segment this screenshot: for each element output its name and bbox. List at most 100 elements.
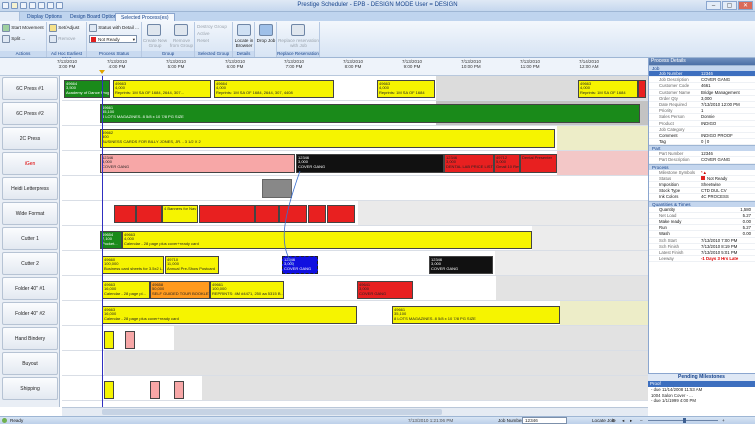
group-details: Locate in Browser Details	[233, 22, 255, 57]
start-movement-label: Start Movement	[11, 25, 44, 31]
job-number-input[interactable]: 12346	[522, 417, 567, 424]
resource-igen[interactable]: iGen	[2, 152, 58, 175]
scrollbar-thumb[interactable]	[102, 409, 442, 415]
resource-folder-1[interactable]: Folder 40" #1	[2, 277, 58, 300]
split-icon	[2, 35, 10, 43]
zoom-in-icon[interactable]: +	[722, 417, 725, 424]
job-number-label: Job Number	[498, 418, 524, 423]
status-dropdown[interactable]: Not Ready ▾	[89, 35, 137, 43]
pending-milestones-panel: Pending Milestones Proof - due 11/14/200…	[648, 373, 755, 418]
split-button[interactable]: Split ...	[2, 35, 25, 43]
zoom-slider-thumb[interactable]	[683, 418, 686, 423]
timeline-tick: 7/13/2010 11:00 PM	[519, 59, 541, 69]
ribbon: Start Movement Split ... Actions Set/Adj…	[0, 21, 755, 61]
remove-from-group-button[interactable]: Remove from Group	[168, 38, 195, 48]
group-label: Process Status	[87, 51, 141, 57]
drop-job-icon	[259, 24, 273, 36]
resource-6c-press-2[interactable]: 6C Press #2	[2, 102, 58, 125]
group-label: Selected Group	[195, 51, 232, 57]
group-selected-group: Destroy Group Active Reset Selected Grou…	[195, 22, 233, 57]
status-bar: Ready 7/13/2010 1:21:06 PM Job Number 12…	[0, 416, 755, 424]
status-detail-button[interactable]: Status with Detail ...	[89, 24, 139, 32]
nav-first-icon[interactable]: ◂	[622, 417, 624, 424]
panel-title: Process Details	[649, 58, 755, 65]
resource-list: 6C Press #1 6C Press #2 2C Press iGen He…	[0, 76, 60, 407]
timeline-tick: 7/13/2010 6:00 PM	[224, 59, 246, 69]
chevron-down-icon: ▾	[132, 37, 135, 42]
timeline-tick: 7/13/2010 4:00 PM	[106, 59, 128, 69]
locate-in-browser-button[interactable]: Locate in Browser	[233, 38, 255, 48]
timeline-tick: 7/13/2010 7:00 PM	[283, 59, 305, 69]
remove-earliest-label: Remove	[58, 36, 76, 42]
remove-icon	[49, 35, 57, 43]
group-group: Create New Group Remove from Group Group	[142, 22, 195, 57]
zoom-out-icon[interactable]: –	[640, 417, 643, 424]
clock-icon	[49, 24, 57, 32]
replace-reservation-button[interactable]: Replace reservation with Job	[277, 38, 320, 48]
replace-icon	[291, 24, 305, 36]
group-process-status: Status with Detail ... Not Ready ▾ Proce…	[87, 22, 142, 57]
active-button[interactable]: Active	[197, 31, 210, 36]
group-drop-job: Drop Job	[255, 22, 277, 57]
resource-heidi-letterpress[interactable]: Heidi Letterpress	[2, 177, 58, 200]
start-movement-button[interactable]: Start Movement	[2, 24, 44, 32]
move-icon	[2, 24, 10, 32]
close-button[interactable]: ✕	[738, 1, 753, 10]
gantt-horizontal-scrollbar[interactable]	[62, 407, 648, 416]
window-title: Prestige Scheduler - EPB - DESIGN MODE U…	[297, 2, 458, 8]
timeline-tick: 7/13/2010 8:00 PM	[342, 59, 364, 69]
nav-next-icon[interactable]: ▸	[630, 417, 632, 424]
status-icon	[89, 24, 97, 32]
group-earliest-start: Set/Adjust Remove Ad Hoc Earliest Start	[47, 22, 87, 61]
set-adjust-button[interactable]: Set/Adjust	[49, 24, 79, 32]
resource-2c-press[interactable]: 2C Press	[2, 127, 58, 150]
group-label: Details	[233, 51, 254, 57]
group-label: Replace Reservation	[277, 51, 319, 57]
status-value: Not Ready	[98, 37, 120, 42]
dependency-links	[283, 170, 301, 267]
prop-row[interactable]: Leeway -1 Days 3 Hrs Late	[649, 256, 755, 263]
group-actions: Start Movement Split ... Actions	[0, 22, 47, 57]
not-ready-swatch	[701, 175, 705, 180]
office-menu-icon[interactable]	[0, 12, 20, 21]
maximize-button[interactable]: ▢	[722, 1, 737, 10]
create-group-icon	[147, 24, 161, 36]
prop-row[interactable]: Tag 0 | 0	[649, 139, 755, 146]
title-bar: Prestige Scheduler - EPB - DESIGN MODE U…	[0, 0, 755, 12]
resource-buyout[interactable]: Buyout	[2, 352, 58, 375]
resource-cutter-2[interactable]: Cutter 2	[2, 252, 58, 275]
process-details-panel: Process Details Job Job Number 12346 Job …	[648, 58, 755, 416]
resource-folder-2[interactable]: Folder 40" #2	[2, 302, 58, 325]
reset-button[interactable]: Reset	[197, 38, 209, 43]
milestone-item[interactable]: - due 1/1/1999 4:00 PM	[648, 398, 755, 404]
remove-group-icon	[174, 24, 188, 36]
gantt-board[interactable]: 49664 3,500 Academy of Dance Prog 49663 4,0…	[62, 76, 648, 407]
resource-shipping[interactable]: Shipping	[2, 377, 58, 400]
now-marker-icon[interactable]	[99, 70, 105, 74]
create-group-button[interactable]: Create New Group	[142, 38, 168, 48]
resource-wide-format[interactable]: Wide Format	[2, 202, 58, 225]
split-label: Split ...	[11, 36, 26, 42]
prop-row[interactable]: Ink Colors 4C PROCESS	[649, 194, 755, 201]
browser-icon	[237, 24, 251, 36]
resource-hand-bindery[interactable]: Hand Bindery	[2, 327, 58, 350]
resource-6c-press-1[interactable]: 6C Press #1	[2, 77, 58, 100]
group-label: Group	[142, 51, 194, 57]
ready-icon	[2, 418, 7, 423]
tab-selected-processes[interactable]: Selected Process(es)	[115, 13, 175, 21]
resource-cutter-1[interactable]: Cutter 1	[2, 227, 58, 250]
timeline-header: 7/13/2010 3:00 PM 7/13/2010 4:00 PM 7/13/2…	[0, 58, 648, 76]
timeline-tick: 7/14/2010 12:00 AM	[578, 59, 600, 69]
minimize-button[interactable]: –	[706, 1, 721, 10]
timeline-tick: 7/13/2010 3:00 PM	[56, 59, 78, 69]
tab-display-options[interactable]: Display Options	[22, 13, 67, 21]
group-replace-reservation: Replace reservation with Job Replace Res…	[277, 22, 320, 57]
drop-job-button[interactable]: Drop Job	[255, 38, 277, 43]
locate-icon[interactable]: ⊕	[612, 417, 616, 424]
prop-row[interactable]: Part Description COVER GANG	[649, 157, 755, 164]
destroy-group-button[interactable]: Destroy Group	[197, 24, 227, 29]
timeline-tick: 7/13/2010 9:00 PM	[401, 59, 423, 69]
status-ready: Ready	[10, 418, 24, 423]
timeline-tick: 7/13/2010 10:00 PM	[460, 59, 482, 69]
remove-earliest-button[interactable]: Remove	[49, 35, 75, 43]
